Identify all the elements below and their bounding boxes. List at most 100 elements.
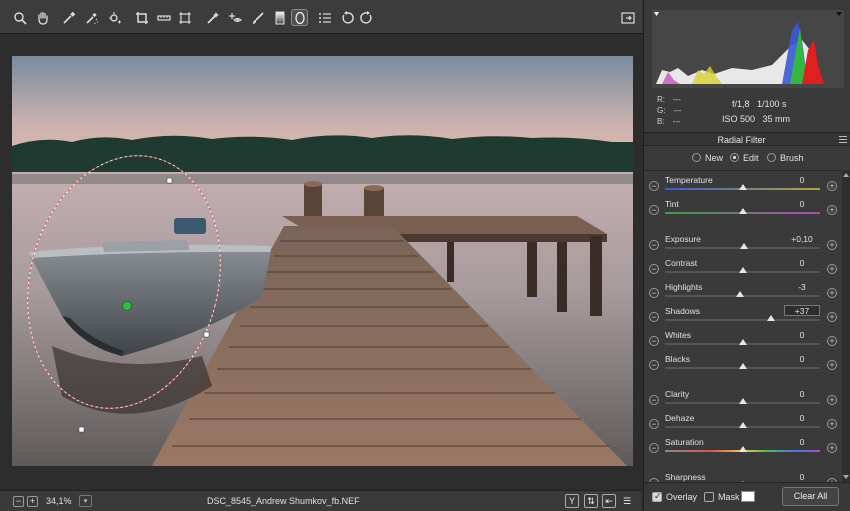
hand-icon[interactable] [34,9,51,26]
slider-value[interactable]: 0 [784,389,820,399]
slider-value[interactable]: 0 [784,258,820,268]
swap-settings-icon[interactable]: ⇅ [584,494,598,508]
slider-thumb[interactable] [738,184,747,190]
b-value: --- [672,117,681,126]
b-label: B: [657,117,665,126]
decrease-icon[interactable]: − [649,395,659,405]
increase-icon[interactable]: + [827,312,837,322]
preview-preferences-icon[interactable]: ☰ [620,494,634,508]
rotate-left-icon[interactable] [338,9,355,26]
slider-label: Tint [665,199,679,209]
zoom-icon[interactable] [11,9,28,26]
decrease-icon[interactable]: − [649,288,659,298]
slider-blacks: − Blacks 0 + [644,352,841,376]
slider-value[interactable]: 0 [784,199,820,209]
increase-icon[interactable]: + [827,240,837,250]
increase-icon[interactable]: + [827,395,837,405]
red-eye-icon[interactable] [226,9,243,26]
decrease-icon[interactable]: − [649,360,659,370]
increase-icon[interactable]: + [827,205,837,215]
mode-new-radio[interactable] [692,153,701,162]
slider-thumb[interactable] [738,422,747,428]
slider-track[interactable] [665,319,820,321]
decrease-icon[interactable]: − [649,240,659,250]
decrease-icon[interactable]: − [649,419,659,429]
panel-menu-icon[interactable] [839,136,847,143]
scroll-up-icon[interactable] [843,173,849,177]
decrease-icon[interactable]: − [649,205,659,215]
mode-edit-label[interactable]: Edit [743,153,759,163]
adjustment-brush-icon[interactable] [249,9,266,26]
g-value: --- [673,106,682,115]
slider-thumb[interactable] [738,339,747,345]
zoom-out-button[interactable]: − [13,496,24,507]
transform-icon[interactable] [176,9,193,26]
slider-value[interactable]: 0 [784,437,820,447]
spot-removal-icon[interactable] [204,9,221,26]
crop-icon[interactable] [133,9,150,26]
slider-thumb[interactable] [738,267,747,273]
mask-color-swatch[interactable] [741,491,755,502]
radial-filter-icon[interactable] [291,9,308,26]
list-icon[interactable] [316,9,333,26]
slider-thumb[interactable] [738,363,747,369]
clear-all-button[interactable]: Clear All [782,487,839,506]
slider-label: Temperature [665,175,713,185]
slider-value[interactable]: 0 [784,413,820,423]
decrease-icon[interactable]: − [649,181,659,191]
slider-value[interactable]: 0 [784,175,820,185]
zoom-dropdown[interactable]: ▾ [79,495,92,507]
slider-label: Dehaze [665,413,695,423]
slider-thumb[interactable] [740,243,749,249]
slider-value[interactable]: 0 [784,472,820,482]
before-after-view-icon[interactable]: Y [565,494,579,508]
graduated-filter-icon[interactable] [271,9,288,26]
rotate-right-icon[interactable] [358,9,375,26]
slider-label: Whites [665,330,691,340]
decrease-icon[interactable]: − [649,443,659,453]
mode-new-label[interactable]: New [705,153,723,163]
slider-value[interactable]: +0,10 [784,234,820,244]
color-sampler-icon[interactable] [83,9,100,26]
slider-value[interactable]: -3 [784,282,820,292]
overlay-label[interactable]: Overlay [666,492,697,502]
increase-icon[interactable]: + [827,336,837,346]
increase-icon[interactable]: + [827,443,837,453]
slider-thumb[interactable] [738,446,747,452]
mode-edit-radio[interactable] [730,153,739,162]
mask-checkbox[interactable] [704,492,714,502]
mode-brush-label[interactable]: Brush [780,153,804,163]
slider-value[interactable]: 0 [784,354,820,364]
increase-icon[interactable]: + [827,264,837,274]
slider-thumb[interactable] [738,208,747,214]
mode-brush-radio[interactable] [767,153,776,162]
slider-value[interactable]: +37 [784,305,820,316]
toggle-fullscreen-icon[interactable] [619,9,636,26]
mask-label[interactable]: Mask [718,492,740,502]
r-label: R: [657,95,665,104]
decrease-icon[interactable]: − [649,312,659,322]
photo-preview[interactable] [12,56,633,466]
slider-thumb[interactable] [738,398,747,404]
copy-settings-icon[interactable]: ⇤ [602,494,616,508]
zoom-in-button[interactable]: + [27,496,38,507]
slider-label: Highlights [665,282,703,292]
image-canvas[interactable] [0,34,641,490]
slider-thumb[interactable] [767,315,776,321]
r-value: --- [673,95,681,104]
slider-value[interactable]: 0 [784,330,820,340]
slider-tint: − Tint 0 + [644,197,841,221]
panel-scrollbar[interactable] [842,170,850,482]
overlay-checkbox[interactable] [652,491,662,502]
targeted-adjustment-icon[interactable] [106,9,123,26]
decrease-icon[interactable]: − [649,336,659,346]
increase-icon[interactable]: + [827,288,837,298]
straighten-icon[interactable] [155,9,172,26]
increase-icon[interactable]: + [827,360,837,370]
decrease-icon[interactable]: − [649,264,659,274]
increase-icon[interactable]: + [827,181,837,191]
slider-thumb[interactable] [736,291,745,297]
white-balance-icon[interactable] [60,9,77,26]
scroll-down-icon[interactable] [843,475,849,479]
increase-icon[interactable]: + [827,419,837,429]
